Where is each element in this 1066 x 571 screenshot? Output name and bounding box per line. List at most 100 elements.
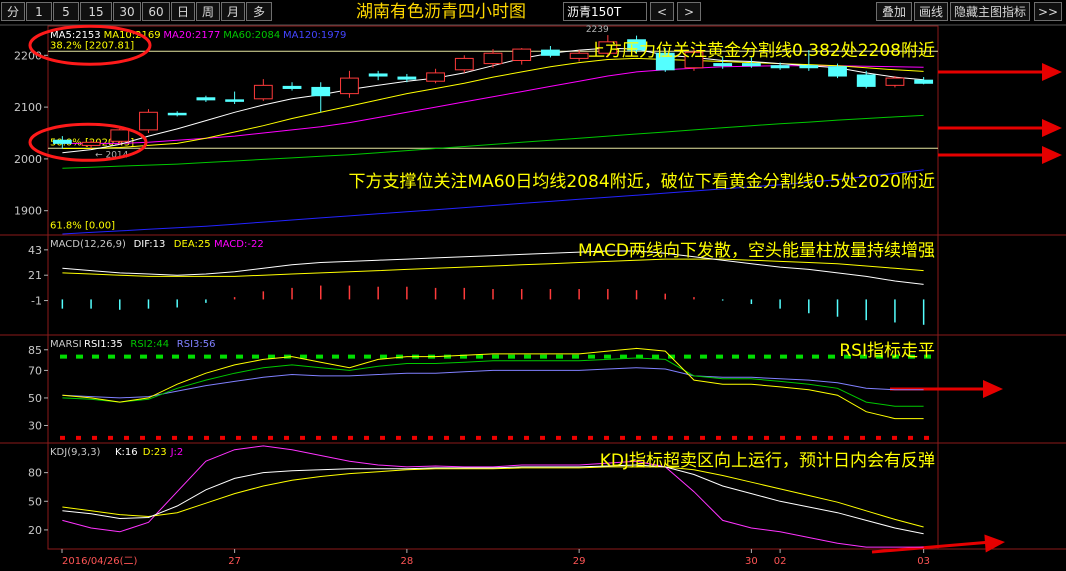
y-tick-label: 2000 [14,153,42,166]
period-button-4[interactable]: 30 [113,2,141,21]
period-button-3[interactable]: 15 [80,2,112,21]
page-title: 湖南有色沥青四小时图 [356,2,526,22]
rsi-y-tick: 85 [28,344,42,357]
rsi2-line [62,357,924,407]
x-tick-label: 30 [745,556,758,567]
macd-legend-3: MACD:-22 [214,239,264,250]
macd-y-tick: 43 [28,244,42,257]
arrow-up-right-icon [984,534,1005,553]
candle-body [770,65,790,69]
toolbar-button-2[interactable]: 隐藏主图指标 [950,2,1030,21]
annotation-rsi: RSI指标走平 [839,341,935,361]
x-tick-label: 29 [573,556,586,567]
toolbar-button-0[interactable]: 叠加 [876,2,912,21]
candle-body [167,112,187,116]
rsi-legend-0: MARSI [50,339,82,350]
previous-symbol-button[interactable]: < [650,2,674,21]
y-tick-label: 1900 [14,205,42,218]
macd-legend-2: DEA:25 [174,239,211,250]
candle-body [225,99,245,102]
ma-legend-3: MA60:2084 [223,30,280,41]
y-tick-label: 2100 [14,101,42,114]
symbol-field[interactable]: 沥青150T [563,2,647,21]
x-tick-label: 02 [774,556,787,567]
ma10-line [62,57,924,149]
ma-legend-2: MA20:2177 [163,30,220,41]
candle-body [454,57,474,71]
candle-body [426,72,445,82]
toolbar: 分 1 5 15 30 60 日周月多 湖南有色沥青四小时图 沥青150T < > 叠加 画线… [0,0,1066,24]
rsi-y-tick: 50 [28,392,42,405]
period-button-6[interactable]: 日 [171,2,195,21]
candle-body [885,77,905,86]
annotation-support: 下方支撑位关注MA60日均线2084附近，破位下看黄金分割线0.5处2020附近 [349,172,936,192]
x-tick-label: 2016/04/26(二) [62,556,138,567]
candle-body [311,86,331,97]
period-button-1[interactable]: 1 [26,2,52,21]
macd-y-tick: -1 [31,295,42,308]
next-symbol-button[interactable]: > [677,2,701,21]
macd-legend-1: DIF:13 [134,239,166,250]
ma-legend-4: MA120:1979 [283,30,346,41]
candle-body [799,65,819,69]
fib-label-2: 61.8% [0.00] [50,220,115,231]
candle-body [340,77,359,95]
macd-y-tick: 21 [28,269,42,282]
candle-body [253,84,273,100]
rsi-legend-2: RSI2:44 [130,339,169,350]
ma60-line [62,114,924,169]
macd-legend-0: MACD(12,26,9) [50,239,126,250]
rsi-legend-1: RSI1:35 [84,339,123,350]
k-line [62,464,924,535]
kdj-y-tick: 20 [28,524,42,537]
kdj-legend-0: KDJ(9,3,3) [50,447,101,458]
annotation-kdj: KDJ指标超卖区向上运行，预计日内会有反弹 [600,451,935,471]
candle-body [512,48,532,61]
candle-body [828,66,847,77]
chart-area: 2200210020001900MA5:2153 MA10:2169 MA20:21… [0,24,1066,567]
x-tick-label: 03 [917,556,930,567]
x-tick-label: 28 [401,556,414,567]
candle-body [139,111,158,131]
annotation-resistance: 上方压力位关注黄金分割线0.382处2208附近 [588,41,935,61]
candle-body [483,52,503,65]
period-button-7[interactable]: 周 [196,2,220,21]
candle-body [110,129,130,142]
period-button-5[interactable]: 60 [142,2,170,21]
candle-body [52,139,72,144]
period-button-9[interactable]: 多 [246,2,272,21]
candle-body [914,79,934,84]
kdj-y-tick: 50 [28,495,42,508]
period-button-0[interactable]: 分 [1,2,25,21]
x-tick-label: 27 [228,556,241,567]
kdj-legend-3: J:2 [170,447,184,458]
candle-body [196,97,216,101]
rsi-legend-3: RSI3:56 [177,339,216,350]
candle-body [81,141,101,146]
candle-body [368,73,388,77]
kdj-legend-2: D:23 [143,447,167,458]
kdj-y-tick: 80 [28,467,42,480]
fib-label-0: 38.2% [2207.81] [50,40,134,51]
period-button-2[interactable]: 5 [53,2,79,21]
rsi-y-tick: 30 [28,419,42,432]
annotation-macd: MACD两线向下发散，空头能量柱放量持续增强 [578,241,935,261]
high-price-label: 2239 [586,25,609,35]
rsi1-line [62,347,924,420]
arrow-right-icon [983,380,1003,398]
arrow-right-icon [1042,146,1062,164]
candle-body [741,63,761,67]
candle-body [397,76,417,80]
kdj-legend-1: K:16 [115,447,138,458]
rsi-y-tick: 70 [28,364,42,377]
candle-body [569,52,589,59]
candle-body [856,74,876,87]
period-button-8[interactable]: 月 [221,2,245,21]
candle-body [282,85,302,89]
toolbar-button-3[interactable]: >> [1034,2,1062,21]
toolbar-button-1[interactable]: 画线 [914,2,948,21]
arrow-right-icon [1042,119,1062,137]
candle-body [541,49,560,56]
arrow-right-icon [1042,63,1062,81]
candle-body [713,63,733,67]
